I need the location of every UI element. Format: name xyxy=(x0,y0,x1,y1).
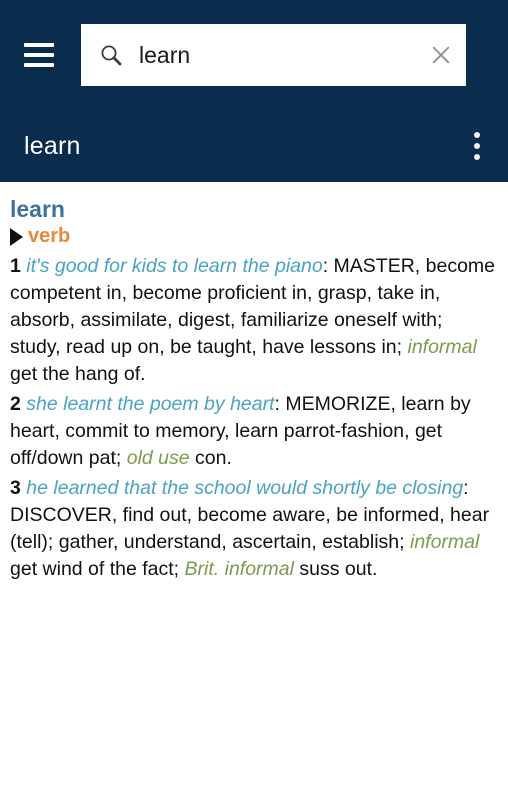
sense-synonyms-trailing: suss out. xyxy=(293,558,378,581)
thesaurus-entry: learn verb 1 it's good for kids to learn… xyxy=(0,182,508,583)
title-row: learn xyxy=(0,110,508,182)
sense-separator: : xyxy=(322,255,334,278)
sense-synonyms-middle: get wind of the fact; xyxy=(10,558,185,581)
triangle-right-icon[interactable] xyxy=(10,227,23,246)
search-bar-row: learn xyxy=(0,0,508,110)
sense-number: 1 xyxy=(10,255,21,278)
sense-item: 3 he learned that the school would short… xyxy=(10,475,498,583)
entry-headword: learn xyxy=(10,196,65,222)
sense-item: 1 it's good for kids to learn the piano:… xyxy=(10,253,498,388)
sense-example: she learnt the poem by heart xyxy=(26,393,275,416)
page-title: learn xyxy=(24,131,81,160)
search-input[interactable]: learn xyxy=(139,42,430,69)
sense-separator: : xyxy=(274,393,286,416)
search-icon xyxy=(101,45,122,66)
sense-register-label: informal xyxy=(407,336,477,359)
overflow-dot xyxy=(474,143,480,149)
sense-register-label-secondary: Brit. informal xyxy=(184,558,294,581)
app-bar: learn learn xyxy=(0,0,508,182)
part-of-speech-row[interactable]: verb xyxy=(10,225,498,248)
sense-register-label: informal xyxy=(409,531,480,554)
sense-example: he learned that the school would shortly… xyxy=(26,477,464,500)
sense-item: 2 she learnt the poem by heart: MEMORIZE… xyxy=(10,391,498,472)
part-of-speech-label: verb xyxy=(28,225,71,248)
close-icon[interactable] xyxy=(430,44,452,66)
sense-separator: : xyxy=(463,477,469,500)
more-vertical-icon[interactable] xyxy=(460,124,494,168)
sense-number: 2 xyxy=(10,393,21,416)
overflow-dot xyxy=(474,154,480,160)
sense-synonyms-trailing: con. xyxy=(189,447,232,470)
sense-synonyms-trailing: get the hang of. xyxy=(10,363,146,386)
overflow-dot xyxy=(474,132,480,138)
hamburger-bar xyxy=(24,43,54,47)
hamburger-bar xyxy=(24,63,54,67)
sense-register-label: old use xyxy=(126,447,190,470)
search-box[interactable]: learn xyxy=(81,24,466,86)
sense-number: 3 xyxy=(10,477,21,500)
sense-example: it's good for kids to learn the piano xyxy=(26,255,323,278)
hamburger-bar xyxy=(24,53,54,57)
hamburger-menu-icon[interactable] xyxy=(16,32,62,78)
